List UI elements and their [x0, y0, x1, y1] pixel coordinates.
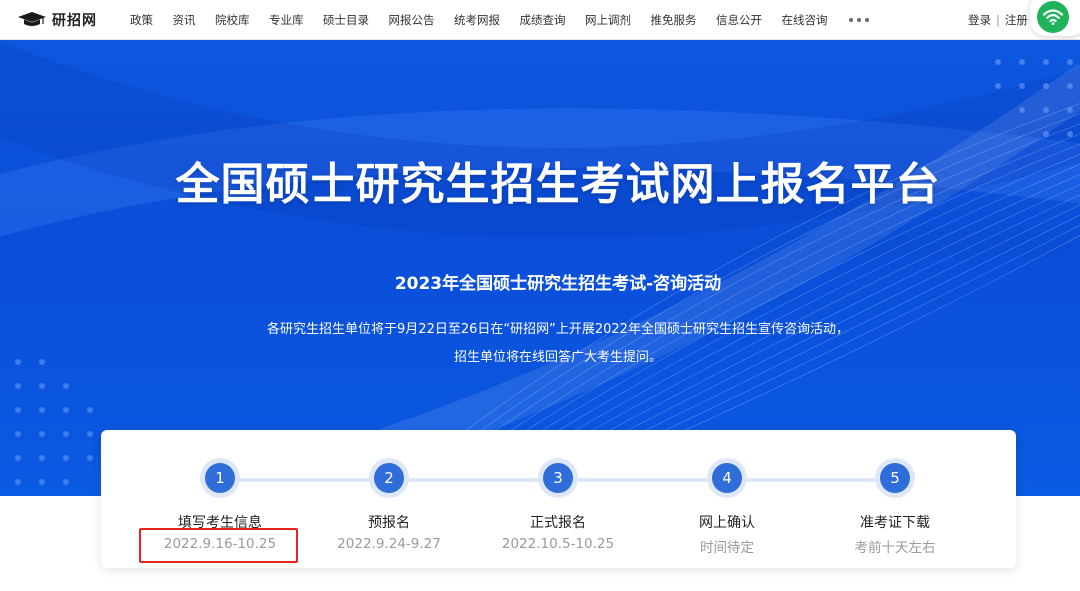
more-dots-icon[interactable]: [849, 17, 869, 22]
step-title: 填写考生信息: [178, 515, 262, 531]
auth-links: 登录 | 注册: [968, 12, 1028, 28]
step-number: 1: [205, 463, 235, 493]
step-number: 5: [880, 463, 910, 493]
step-date: 2022.9.24-9.27: [337, 536, 441, 552]
step-pre-registration[interactable]: 2 预报名 2022.9.24-9.27: [299, 458, 479, 552]
nav-item-online-adjustment[interactable]: 网上调剂: [585, 12, 631, 28]
step-date: 2022.9.16-10.25: [163, 536, 277, 552]
step-number-badge: 1: [200, 458, 240, 498]
register-link[interactable]: 注册: [1005, 13, 1028, 27]
nav-item-registration-notice[interactable]: 网报公告: [389, 12, 435, 28]
registration-steps-card: 1 填写考生信息 2022.9.16-10.25 2 预报名 2022.9.24…: [101, 430, 1016, 568]
step-number: 3: [543, 463, 573, 493]
graduation-cap-icon: [18, 11, 46, 26]
wifi-icon: [1037, 1, 1069, 33]
step-formal-registration[interactable]: 3 正式报名 2022.10.5-10.25: [468, 458, 648, 552]
nav-item-score-query[interactable]: 成绩查询: [520, 12, 566, 28]
nav-item-online-consult[interactable]: 在线咨询: [782, 12, 828, 28]
step-date: 2022.10.5-10.25: [501, 536, 615, 552]
hero-banner: 全国硕士研究生招生考试网上报名平台 2023年全国硕士研究生招生考试-咨询活动 …: [0, 40, 1080, 496]
login-link[interactable]: 登录: [968, 13, 991, 27]
nav-item-recommendation[interactable]: 推免服务: [651, 12, 697, 28]
step-title: 预报名: [368, 515, 410, 531]
step-title: 网上确认: [699, 515, 755, 531]
step-number-badge: 3: [538, 458, 578, 498]
hero-subtitle: 2023年全国硕士研究生招生考试-咨询活动: [394, 274, 722, 294]
nav-item-exam-registration[interactable]: 统考网报: [454, 12, 500, 28]
nav-item-master-catalog[interactable]: 硕士目录: [323, 12, 369, 28]
nav-item-majors[interactable]: 专业库: [269, 12, 304, 28]
step-title: 准考证下载: [860, 515, 930, 531]
step-fill-info[interactable]: 1 填写考生信息 2022.9.16-10.25: [130, 458, 310, 552]
top-nav-bar: 研招网 政策 资讯 院校库 专业库 硕士目录 网报公告 统考网报 成绩查询 网上…: [0, 0, 1080, 40]
site-logo[interactable]: 研招网: [18, 10, 118, 30]
auth-separator: |: [996, 13, 1000, 27]
nav-item-universities[interactable]: 院校库: [215, 12, 250, 28]
hero-description-line-1: 各研究生招生单位将于9月22日至26日在“研招网”上开展2022年全国硕士研究生…: [267, 322, 849, 337]
step-number: 2: [374, 463, 404, 493]
nav-item-policy[interactable]: 政策: [130, 12, 153, 28]
nav-item-info-disclosure[interactable]: 信息公开: [716, 12, 762, 28]
step-title: 正式报名: [530, 515, 586, 531]
main-nav: 政策 资讯 院校库 专业库 硕士目录 网报公告 统考网报 成绩查询 网上调剂 推…: [130, 12, 869, 28]
hero-description: 各研究生招生单位将于9月22日至26日在“研招网”上开展2022年全国硕士研究生…: [0, 316, 1080, 372]
step-number-badge: 5: [875, 458, 915, 498]
step-number-badge: 2: [369, 458, 409, 498]
step-date: 时间待定: [700, 540, 754, 556]
hero-description-line-2: 招生单位将在线回答广大考生提问。: [453, 350, 662, 365]
nav-item-news[interactable]: 资讯: [173, 12, 196, 28]
page-title: 全国硕士研究生招生考试网上报名平台: [175, 159, 941, 210]
step-number: 4: [712, 463, 742, 493]
hero-decoration: [0, 41, 1080, 496]
status-badge[interactable]: [1030, 0, 1080, 36]
step-number-badge: 4: [707, 458, 747, 498]
step-admission-ticket-download[interactable]: 5 准考证下载 考前十天左右: [805, 458, 985, 556]
step-date: 考前十天左右: [854, 540, 936, 556]
step-online-confirmation[interactable]: 4 网上确认 时间待定: [637, 458, 817, 556]
logo-text: 研招网: [52, 12, 97, 29]
